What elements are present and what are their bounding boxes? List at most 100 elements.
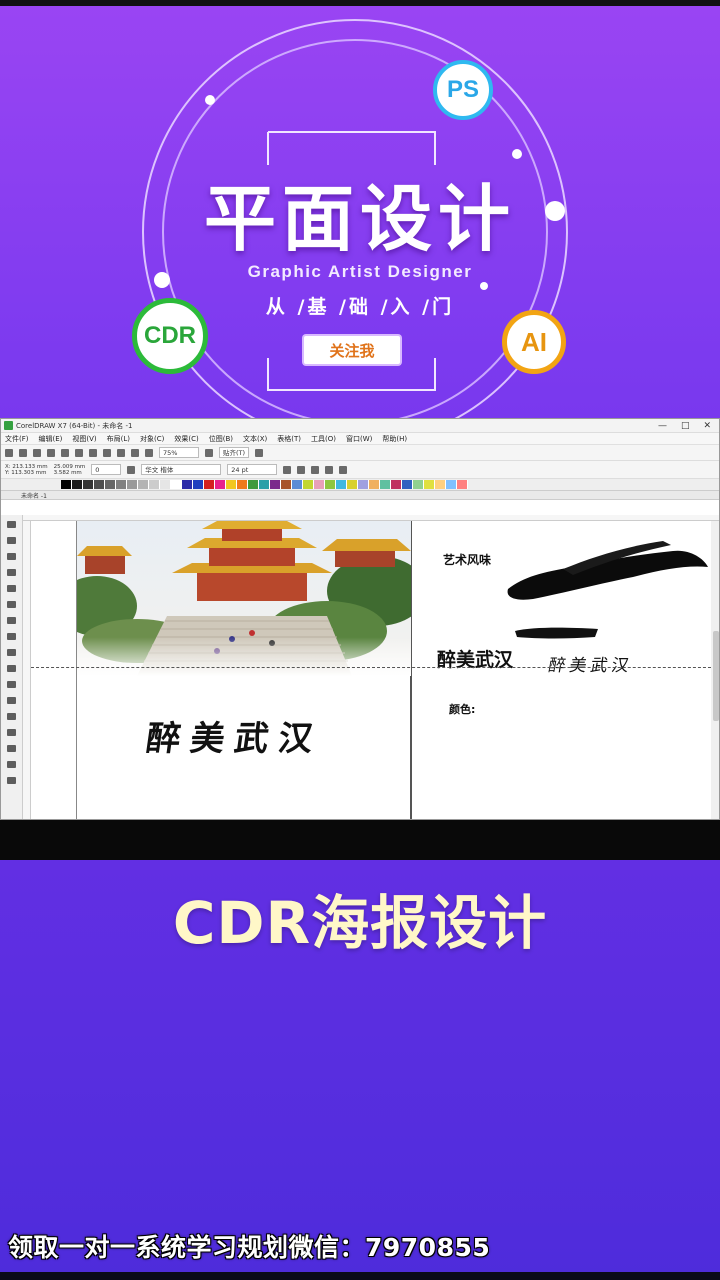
align-icon[interactable]	[325, 465, 334, 474]
transparency-tool-icon[interactable]	[7, 729, 16, 736]
menu-file[interactable]: 文件(F)	[5, 434, 29, 444]
bold-icon[interactable]	[283, 465, 292, 474]
drop-shadow-tool-icon[interactable]	[7, 713, 16, 720]
palette-swatch[interactable]	[347, 480, 358, 489]
text-tool-icon[interactable]	[7, 665, 16, 672]
close-button[interactable]: ✕	[703, 421, 711, 431]
options-icon[interactable]	[255, 448, 264, 457]
palette-swatch[interactable]	[303, 480, 314, 489]
palette-swatch[interactable]	[171, 480, 182, 489]
open-icon[interactable]	[19, 448, 27, 457]
parallel-dimension-tool-icon[interactable]	[7, 681, 16, 688]
zoom-field[interactable]: 75%	[159, 447, 199, 458]
mirror-icon[interactable]	[127, 465, 136, 474]
palette-swatch[interactable]	[83, 480, 94, 489]
palette-swatch[interactable]	[336, 480, 347, 489]
palette-swatch[interactable]	[237, 480, 248, 489]
menu-object[interactable]: 对象(C)	[140, 434, 164, 444]
ellipse-tool-icon[interactable]	[7, 633, 16, 640]
palette-swatch[interactable]	[72, 480, 83, 489]
print-icon[interactable]	[47, 448, 55, 457]
palette-swatch[interactable]	[358, 480, 369, 489]
copy-icon[interactable]	[75, 448, 83, 457]
menu-tools[interactable]: 工具(O)	[311, 434, 336, 444]
sample-calligraphy[interactable]: 醉美武汉	[547, 651, 635, 676]
save-icon[interactable]	[33, 448, 41, 457]
snap-to-dropdown[interactable]: 贴齐(T)	[219, 447, 250, 458]
palette-swatch[interactable]	[204, 480, 215, 489]
undo-icon[interactable]	[103, 448, 111, 457]
connector-tool-icon[interactable]	[7, 697, 16, 704]
palette-swatch[interactable]	[446, 480, 457, 489]
menu-help[interactable]: 帮助(H)	[382, 434, 407, 444]
menu-view[interactable]: 视图(V)	[72, 434, 96, 444]
text-direction-icon[interactable]	[339, 465, 348, 474]
calligraphy-title[interactable]: 醉美武汉	[144, 711, 327, 760]
document-tab[interactable]: 未命名 -1	[1, 491, 719, 500]
minimize-button[interactable]: —	[658, 421, 667, 431]
interactive-fill-tool-icon[interactable]	[7, 761, 16, 768]
zoom-tool-icon[interactable]	[7, 569, 16, 576]
cut-icon[interactable]	[61, 448, 69, 457]
palette-swatch[interactable]	[457, 480, 468, 489]
palette-swatch[interactable]	[402, 480, 413, 489]
polygon-tool-icon[interactable]	[7, 649, 16, 656]
menu-text[interactable]: 文本(X)	[243, 434, 267, 444]
vertical-scrollbar[interactable]	[711, 521, 719, 819]
crop-tool-icon[interactable]	[7, 553, 16, 560]
palette-swatch[interactable]	[116, 480, 127, 489]
poster-page[interactable]: 醉美武汉	[76, 521, 412, 819]
rotation-field[interactable]: 0	[91, 464, 122, 475]
palette-swatch[interactable]	[160, 480, 171, 489]
size-height[interactable]: 3.582 mm	[54, 470, 86, 476]
palette-swatch[interactable]	[325, 480, 336, 489]
eyedropper-tool-icon[interactable]	[7, 745, 16, 752]
freehand-tool-icon[interactable]	[7, 585, 16, 592]
drawing-workspace[interactable]: 醉美武汉 艺术风味 醉美武汉 醉美武汉 颜色:	[1, 515, 719, 819]
palette-swatch[interactable]	[182, 480, 193, 489]
scrollbar-thumb[interactable]	[713, 631, 719, 721]
palette-swatch[interactable]	[105, 480, 116, 489]
palette-swatch[interactable]	[138, 480, 149, 489]
palette-swatch[interactable]	[413, 480, 424, 489]
palette-swatch[interactable]	[424, 480, 435, 489]
redo-icon[interactable]	[117, 448, 125, 457]
maximize-button[interactable]: □	[681, 421, 690, 431]
palette-swatch[interactable]	[193, 480, 204, 489]
menu-window[interactable]: 窗口(W)	[346, 434, 372, 444]
palette-swatch[interactable]	[61, 480, 72, 489]
palette-swatch[interactable]	[369, 480, 380, 489]
paste-icon[interactable]	[89, 448, 97, 457]
font-size-dropdown[interactable]: 24 pt	[227, 464, 278, 475]
import-icon[interactable]	[131, 448, 139, 457]
palette-swatch[interactable]	[314, 480, 325, 489]
font-name-dropdown[interactable]: 华文 楷体	[141, 464, 222, 475]
rectangle-tool-icon[interactable]	[7, 617, 16, 624]
palette-swatch[interactable]	[215, 480, 226, 489]
export-icon[interactable]	[145, 448, 153, 457]
follow-button[interactable]: 关注我	[304, 336, 400, 364]
palette-swatch[interactable]	[270, 480, 281, 489]
menu-effects[interactable]: 效果(C)	[174, 434, 198, 444]
pick-tool-icon[interactable]	[7, 521, 16, 528]
smart-fill-tool-icon[interactable]	[7, 777, 16, 784]
palette-swatch[interactable]	[292, 480, 303, 489]
palette-swatch[interactable]	[380, 480, 391, 489]
menu-layout[interactable]: 布局(L)	[107, 434, 130, 444]
palette-swatch[interactable]	[127, 480, 138, 489]
reference-area[interactable]: 艺术风味 醉美武汉 醉美武汉 颜色:	[413, 521, 709, 819]
palette-swatch[interactable]	[94, 480, 105, 489]
new-icon[interactable]	[5, 448, 13, 457]
palette-swatch[interactable]	[281, 480, 292, 489]
palette-swatch[interactable]	[391, 480, 402, 489]
palette-swatch[interactable]	[435, 480, 446, 489]
menu-edit[interactable]: 编辑(E)	[39, 434, 63, 444]
italic-icon[interactable]	[297, 465, 306, 474]
palette-swatch[interactable]	[248, 480, 259, 489]
menu-table[interactable]: 表格(T)	[277, 434, 301, 444]
shape-tool-icon[interactable]	[7, 537, 16, 544]
palette-swatch[interactable]	[149, 480, 160, 489]
menu-bitmaps[interactable]: 位图(B)	[209, 434, 233, 444]
fullscreen-icon[interactable]	[205, 448, 213, 457]
artistic-media-tool-icon[interactable]	[7, 601, 16, 608]
